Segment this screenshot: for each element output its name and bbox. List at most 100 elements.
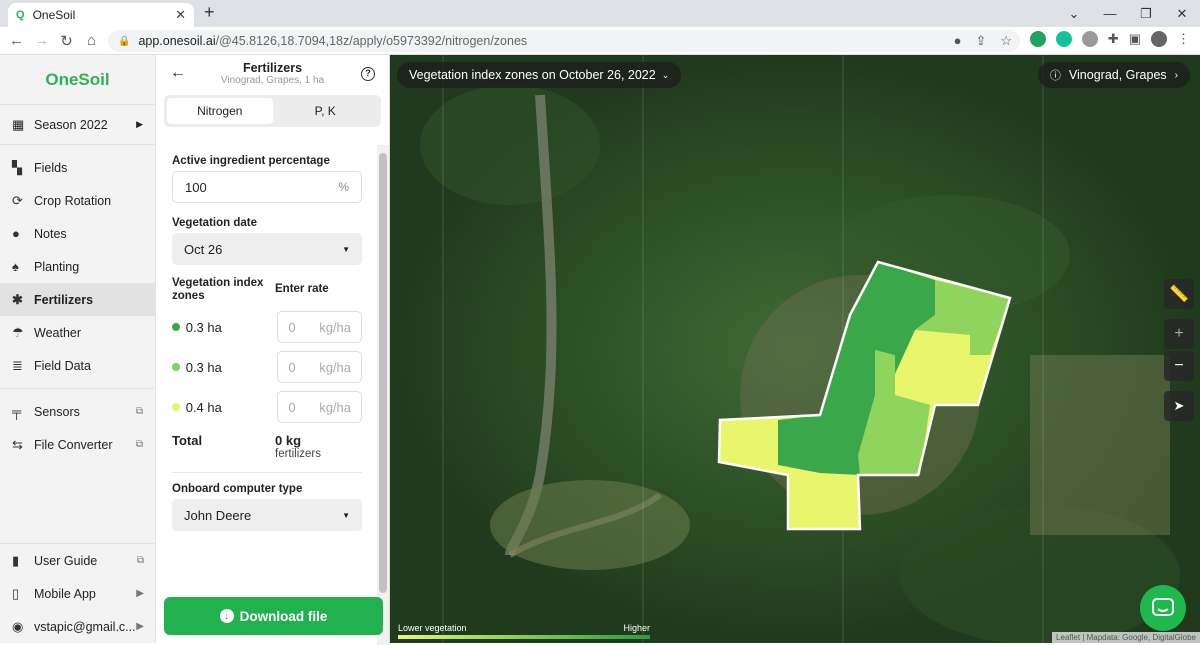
home-icon[interactable]: ⌂	[79, 32, 104, 49]
tab-nitrogen[interactable]: Nitrogen	[167, 98, 273, 124]
vineyard-rows	[1030, 355, 1170, 535]
menu-kebab-icon[interactable]: ⋮	[1177, 31, 1190, 47]
zone-row: 0.3 ha 0 kg/ha	[172, 311, 362, 343]
zone-row: 0.4 ha 0 kg/ha	[172, 391, 362, 423]
onboard-computer-select[interactable]: John Deere ▼	[172, 499, 362, 531]
zone-rate-input[interactable]: 0 kg/ha	[277, 351, 362, 383]
zoom-out-button[interactable]: −	[1164, 351, 1194, 381]
browser-tab-bar: Q OneSoil ✕ + ⌄ — ❐ ✕	[0, 0, 1200, 27]
sidebar-item-sensors[interactable]: ╤ Sensors ⧉	[0, 395, 155, 428]
sidebar-item-account[interactable]: ◉ vstapic@gmail.c... ▶	[0, 610, 156, 643]
scrollbar-thumb[interactable]	[379, 153, 387, 593]
locate-icon[interactable]: ➤	[1164, 391, 1194, 421]
sidebar-item-mobile-app[interactable]: ▯ Mobile App ▶	[0, 577, 156, 610]
fertilizer-icon: ✱	[12, 291, 23, 307]
close-window-icon[interactable]: ✕	[1164, 6, 1200, 22]
sidepanel-icon[interactable]: ▣	[1129, 31, 1141, 47]
onesoil-logo[interactable]: OneSoil	[0, 55, 155, 105]
panel-scrollbar[interactable]	[377, 145, 389, 645]
season-label: Season 2022	[34, 117, 108, 132]
download-icon: ↓	[219, 609, 234, 623]
sidebar-item-notes[interactable]: ● Notes	[0, 217, 155, 250]
vegetation-date-label: Vegetation date	[172, 217, 257, 229]
zones-label: Vegetation index zones	[172, 277, 264, 302]
nutrient-tabs: Nitrogen P, K	[164, 95, 381, 127]
extension-icon[interactable]	[1029, 31, 1046, 47]
download-file-button[interactable]: ↓ Download file	[164, 597, 383, 635]
chevron-right-icon: ▶	[136, 119, 143, 129]
browser-tab[interactable]: Q OneSoil ✕	[8, 3, 194, 27]
date-chip[interactable]: Vegetation index zones on October 26, 20…	[397, 62, 682, 88]
info-icon: ⓘ	[1049, 70, 1061, 82]
zone-area: 0.3 ha	[185, 359, 222, 375]
vegetation-date-select[interactable]: Oct 26 ▼	[172, 233, 362, 265]
reload-icon[interactable]: ↻	[54, 32, 79, 50]
help-icon[interactable]: ?	[361, 67, 375, 81]
panel-title: Fertilizers	[242, 61, 303, 75]
external-link-icon: ⧉	[135, 406, 143, 417]
fertilizer-form: Active ingredient percentage 100 % Veget…	[156, 145, 378, 531]
panel-subtitle: Vinograd, Grapes, 1 ha	[220, 75, 325, 86]
legend-gradient	[398, 635, 650, 639]
map-view[interactable]: Vegetation index zones on October 26, 20…	[390, 55, 1200, 643]
chevron-right-icon: ▶	[136, 621, 144, 632]
sidebar-item-fields[interactable]: ▚ Fields	[0, 151, 155, 184]
extension-icon[interactable]	[1081, 31, 1098, 47]
sidebar-bottom: ▮ User Guide ⧉ ▯ Mobile App ▶ ◉ vstapic@gmail…	[0, 543, 156, 643]
back-icon[interactable]: ←	[4, 32, 29, 49]
legend-high: Higher	[623, 623, 650, 633]
back-arrow-icon[interactable]: ←	[170, 64, 186, 82]
grammarly-icon[interactable]	[1055, 31, 1072, 47]
zone-rate-input[interactable]: 0 kg/ha	[277, 311, 362, 343]
tab-title: OneSoil	[32, 8, 76, 22]
season-selector[interactable]: ▦ Season 2022 ▶	[0, 105, 155, 145]
sidebar-item-weather[interactable]: ☂ Weather	[0, 316, 155, 349]
rate-label: Enter rate	[275, 283, 329, 295]
satellite-map	[390, 55, 1200, 643]
bookmark-star-icon[interactable]: ☆	[1000, 33, 1012, 49]
map-attribution[interactable]: Leaflet | Mapdata: Google, DigitalGlobe	[1052, 632, 1200, 643]
book-icon: ▮	[12, 552, 20, 568]
zone-row: 0.3 ha 0 kg/ha	[172, 351, 362, 383]
minimize-icon[interactable]: —	[1092, 6, 1128, 21]
chevron-right-icon: ›	[1174, 69, 1178, 81]
lock-icon: 🔒	[118, 35, 131, 47]
zoom-in-button[interactable]: +	[1164, 319, 1194, 349]
sidebar-item-field-data[interactable]: ≣ Field Data	[0, 349, 155, 382]
close-tab-icon[interactable]: ✕	[175, 7, 186, 23]
zones-header: Vegetation index zones Enter rate	[172, 277, 362, 303]
zone-color-dot	[172, 323, 180, 331]
window-controls: ⌄ — ❐ ✕	[1056, 0, 1200, 27]
active-ingredient-label: Active ingredient percentage	[172, 155, 330, 167]
chat-support-button[interactable]	[1140, 585, 1186, 631]
restore-icon[interactable]: ❐	[1128, 6, 1164, 22]
active-ingredient-input[interactable]: 100 %	[172, 171, 362, 203]
field-chip[interactable]: ⓘ Vinograd, Grapes ›	[1037, 62, 1190, 88]
user-icon: ◉	[12, 618, 24, 634]
sidebar-item-fertilizers[interactable]: ✱ Fertilizers	[0, 283, 155, 316]
crop-rotation-icon: ⟳	[12, 192, 23, 208]
zone-rate-input[interactable]: 0 kg/ha	[277, 391, 362, 423]
profile-avatar[interactable]	[1151, 31, 1167, 47]
ruler-icon[interactable]: 📏	[1164, 279, 1194, 309]
tab-search-icon[interactable]: ⌄	[1056, 6, 1092, 22]
seed-icon: ♠	[12, 259, 19, 274]
url-field[interactable]: 🔒 app.onesoil.ai/@45.8126,18.7094,18z/ap…	[108, 30, 1020, 52]
forward-icon[interactable]: →	[29, 32, 54, 49]
url-path: /@45.8126,18.7094,18z/apply/o5973392/nit…	[215, 34, 528, 48]
new-tab-icon[interactable]: +	[204, 2, 215, 23]
sidebar-item-user-guide[interactable]: ▮ User Guide ⧉	[0, 544, 156, 577]
sidebar-item-planting[interactable]: ♠ Planting	[0, 250, 155, 283]
sidebar-item-crop-rotation[interactable]: ⟳ Crop Rotation	[0, 184, 155, 217]
database-icon: ≣	[12, 357, 23, 373]
sidebar-item-file-converter[interactable]: ⇆ File Converter ⧉	[0, 428, 155, 461]
caret-down-icon: ▼	[342, 244, 350, 254]
puzzle-icon[interactable]: ✚	[1108, 31, 1119, 47]
location-icon[interactable]: ●	[954, 33, 962, 49]
extensions-bar: ✚ ▣ ⋮	[1029, 31, 1190, 47]
tab-pk[interactable]: P, K	[273, 98, 379, 124]
share-icon[interactable]: ⇪	[975, 33, 986, 49]
zone-color-dot	[172, 403, 180, 411]
converter-icon: ⇆	[12, 436, 23, 452]
fields-icon: ▚	[12, 159, 22, 175]
